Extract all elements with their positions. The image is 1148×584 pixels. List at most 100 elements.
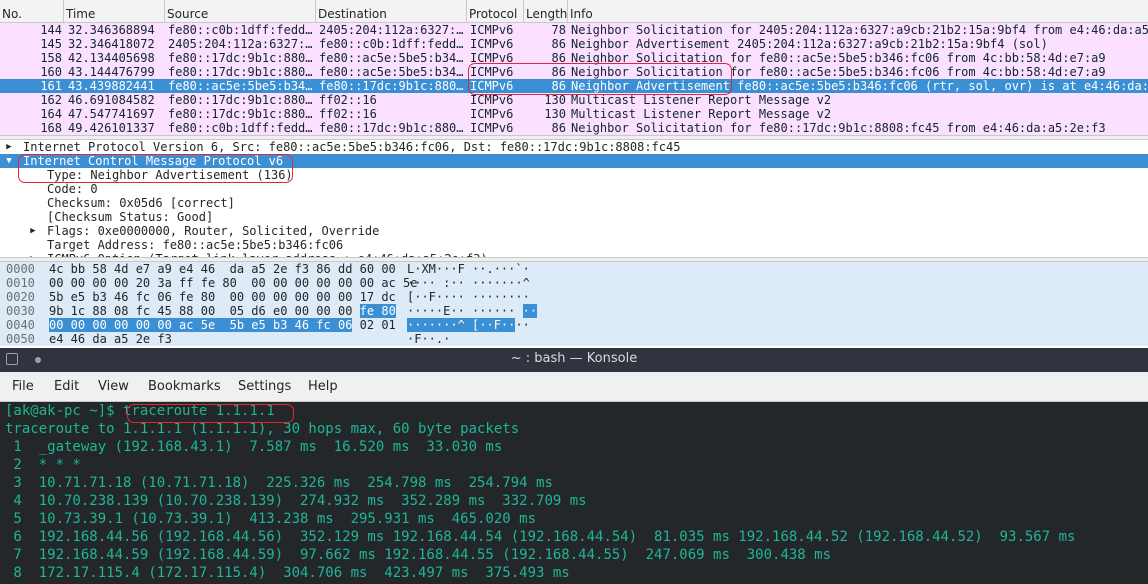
hex-bytes: 00 00 00 00 00 00 ac 5e 5b e5 b3 46 fc 0… [49,318,396,332]
packet-length-cell: 86 [551,79,566,93]
menu-bookmarks[interactable]: Bookmarks [148,379,221,394]
packet-destination-cell: fe80::17dc:9b1c:880… [319,79,464,93]
packet-no-cell: 162 [40,93,62,107]
hex-row[interactable]: 0020 5b e5 b3 46 fc 06 fe 80 00 00 00 00 … [0,290,1148,304]
collapse-arrow-icon[interactable]: ▼ [4,154,14,168]
column-header-info[interactable]: Info [568,0,1148,23]
packet-no-cell: 168 [40,121,62,135]
hex-ascii-text: ·····E·· ······ [407,304,516,318]
packet-row[interactable]: 161 43.439882441 fe80::ac5e:5be5:b34… fe80:… [0,79,1148,93]
menu-settings[interactable]: Settings [238,379,291,394]
menu-file[interactable]: File [12,379,34,394]
detail-tree-item[interactable]: Target Address: fe80::ac5e:5be5:b346:fc0… [0,238,1148,252]
packet-source-cell: fe80::c0b:1dff:fedd… [168,121,313,135]
menu-edit[interactable]: Edit [54,379,79,394]
column-header-no[interactable]: No. [0,0,64,23]
terminal-line-text: 7 192.168.44.59 (192.168.44.59) 97.662 m… [5,547,832,563]
column-header-source[interactable]: Source [165,0,316,23]
packet-source-cell: fe80::c0b:1dff:fedd… [168,23,313,37]
packet-row[interactable]: 160 43.144476799 fe80::17dc:9b1c:880… fe80:… [0,65,1148,79]
menu-view[interactable]: View [98,379,129,394]
packet-protocol-cell: ICMPv6 [470,51,514,65]
hex-row[interactable]: 0040 00 00 00 00 00 00 ac 5e 5b e5 b3 46 … [0,318,1148,332]
packet-info-cell: Neighbor Advertisement 2405:204:112a:632… [571,37,1048,51]
packet-row[interactable]: 162 46.691084582 fe80::17dc:9b1c:880… ff02:… [0,93,1148,107]
packet-length-cell: 130 [544,107,566,121]
packet-length-cell: 130 [544,93,566,107]
detail-tree-item[interactable]: [Checksum Status: Good] [0,210,1148,224]
terminal-line: 8 172.17.115.4 (172.17.115.4) 304.706 ms… [0,564,1148,582]
packet-info-cell: Multicast Listener Report Message v2 [571,93,832,107]
packet-time-cell: 46.691084582 [68,93,155,107]
terminal-line: traceroute to 1.1.1.1 (1.1.1.1), 30 hops… [0,420,1148,438]
hex-bytes: 00 00 00 00 20 3a ff fe 80 00 00 00 00 0… [49,276,417,290]
hex-bytes-highlight: 00 00 00 00 00 00 ac 5e 5b e5 b3 46 fc 0… [49,318,353,332]
terminal-line-text: 4 10.70.238.139 (10.70.238.139) 274.932 … [5,493,587,509]
packet-destination-cell: fe80::17dc:9b1c:880… [319,121,464,135]
hex-offset: 0000 [6,262,35,276]
konsole-titlebar[interactable]: ~ : bash — Konsole [0,348,1148,372]
column-header-protocol[interactable]: Protocol [467,0,524,23]
hex-ascii: ···· :·· ·······^ [407,276,530,290]
packet-source-cell: 2405:204:112a:6327:… [168,37,313,51]
terminal-line: 4 10.70.238.139 (10.70.238.139) 274.932 … [0,492,1148,510]
expand-arrow-icon[interactable]: ▶ [4,140,14,154]
packet-info-cell: Neighbor Advertisement fe80::ac5e:5be5:b… [571,79,1148,93]
hex-offset: 0010 [6,276,35,290]
packet-destination-cell: fe80::ac5e:5be5:b34… [319,51,464,65]
packet-length-cell: 86 [551,37,566,51]
packet-destination-cell: fe80::c0b:1dff:fedd… [319,37,464,51]
packet-row[interactable]: 145 32.346418072 2405:204:112a:6327:… fe80:… [0,37,1148,51]
packet-destination-cell: ff02::16 [319,93,377,107]
detail-tree-label: Target Address: fe80::ac5e:5be5:b346:fc0… [47,238,344,252]
hex-row[interactable]: 0000 4c bb 58 4d e7 a9 e4 46 da a5 2e f3 … [0,262,1148,276]
packet-time-cell: 42.134405698 [68,51,155,65]
hex-row[interactable]: 0050 e4 46 da a5 2e f3 ·F··.· [0,332,1148,346]
terminal-line-text: 8 172.17.115.4 (172.17.115.4) 304.706 ms… [5,565,570,581]
packet-time-cell: 47.547741697 [68,107,155,121]
packet-protocol-cell: ICMPv6 [470,37,514,51]
hex-row[interactable]: 0030 9b 1c 88 08 fc 45 88 00 05 d6 e0 00 … [0,304,1148,318]
terminal-line-text: 3 10.71.71.18 (10.71.71.18) 225.326 ms 2… [5,475,553,491]
hex-offset: 0020 [6,290,35,304]
hex-ascii: [··F···· ········ [407,290,530,304]
column-header-destination[interactable]: Destination [316,0,467,23]
terminal-output[interactable]: [ak@ak-pc ~]$ traceroute 1.1.1.1 tracero… [0,402,1148,584]
menu-help[interactable]: Help [308,379,338,394]
hex-offset: 0030 [6,304,35,318]
packet-details-tree[interactable]: ▶ Internet Protocol Version 6, Src: fe80:… [0,140,1148,257]
packet-length-cell: 86 [551,51,566,65]
packet-row[interactable]: 168 49.426101337 fe80::c0b:1dff:fedd… fe80:… [0,121,1148,135]
konsole-menubar: File Edit View Bookmarks Settings Help [0,372,1148,402]
hex-ascii: L·XM···F ··.···`· [407,262,530,276]
hex-bytes-text: e4 46 da a5 2e f3 [49,332,172,346]
column-header-length[interactable]: Length [524,0,568,23]
packet-row[interactable]: 164 47.547741697 fe80::17dc:9b1c:880… ff02:… [0,107,1148,121]
detail-tree-label: Internet Control Message Protocol v6 [23,154,284,168]
packet-list[interactable]: 144 32.346368894 fe80::c0b:1dff:fedd… 2405:… [0,23,1148,135]
hex-bytes: 9b 1c 88 08 fc 45 88 00 05 d6 e0 00 00 0… [49,304,396,318]
detail-tree-item[interactable]: Checksum: 0x05d6 [correct] [0,196,1148,210]
packet-row[interactable]: 158 42.134405698 fe80::17dc:9b1c:880… fe80:… [0,51,1148,65]
packet-source-cell: fe80::17dc:9b1c:880… [168,51,313,65]
hex-bytes-text: 5b e5 b3 46 fc 06 fe 80 00 00 00 00 00 0… [49,290,396,304]
packet-no-cell: 160 [40,65,62,79]
packet-bytes-pane[interactable]: 0000 4c bb 58 4d e7 a9 e4 46 da a5 2e f3 … [0,262,1148,346]
detail-tree-item[interactable]: ▼ Internet Control Message Protocol v6 [0,154,1148,168]
hex-row[interactable]: 0010 00 00 00 00 20 3a ff fe 80 00 00 00 … [0,276,1148,290]
detail-tree-item[interactable]: Code: 0 [0,182,1148,196]
packet-row[interactable]: 144 32.346368894 fe80::c0b:1dff:fedd… 2405:… [0,23,1148,37]
terminal-line-text: 6 192.168.44.56 (192.168.44.56) 352.129 … [5,529,1076,545]
packet-destination-cell: ff02::16 [319,107,377,121]
detail-tree-item[interactable]: ▶ Flags: 0xe0000000, Router, Solicited, O… [0,224,1148,238]
detail-tree-item[interactable]: Type: Neighbor Advertisement (136) [0,168,1148,182]
packet-no-cell: 158 [40,51,62,65]
terminal-line: 1 _gateway (192.168.43.1) 7.587 ms 16.52… [0,438,1148,456]
detail-tree-item[interactable]: ▶ Internet Protocol Version 6, Src: fe80:… [0,140,1148,154]
shell-prompt: [ak@ak-pc ~]$ [5,403,124,419]
packet-destination-cell: 2405:204:112a:6327:… [319,23,464,37]
detail-tree-label: Flags: 0xe0000000, Router, Solicited, Ov… [47,224,380,238]
column-header-time[interactable]: Time [64,0,165,23]
expand-arrow-icon[interactable]: ▶ [28,224,38,238]
hex-offset: 0050 [6,332,35,346]
